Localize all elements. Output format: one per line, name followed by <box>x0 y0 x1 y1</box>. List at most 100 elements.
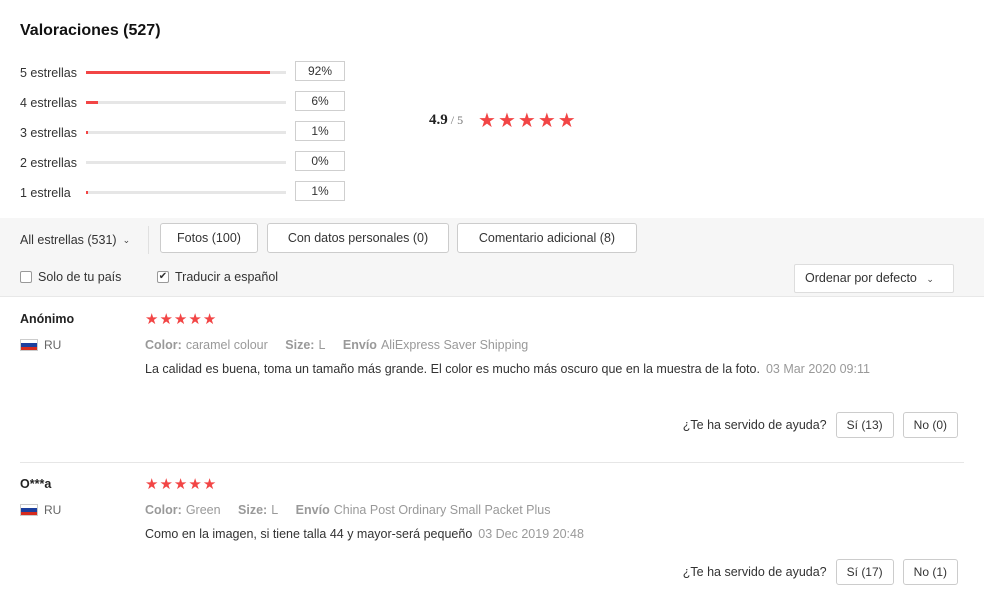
distribution-row[interactable]: 3 estrellas 1% <box>20 118 360 148</box>
review-date: 03 Mar 2020 09:11 <box>765 362 870 376</box>
all-stars-dropdown[interactable]: All estrellas (531) ⌄ <box>20 231 130 249</box>
distribution-label: 4 estrellas <box>20 96 77 110</box>
personal-data-filter-button[interactable]: Con datos personales (0) <box>267 223 449 253</box>
review-attributes: Color: caramel colour Size: L Envío AliExpr… <box>145 338 542 352</box>
distribution-row[interactable]: 1 estrella 1% <box>20 178 360 208</box>
distribution-row[interactable]: 5 estrellas 92% <box>20 58 360 88</box>
star-icon: ★ <box>478 110 496 132</box>
color-attr-value: caramel colour <box>185 338 268 352</box>
reviewer-name: Anónimo <box>20 312 75 326</box>
review-item: Anónimo RU ★ ★ ★ ★ ★ Color: caramel colour Si… <box>20 312 964 452</box>
checkbox-checked-icon[interactable]: ✔ <box>157 271 169 283</box>
color-attr-label: Color: <box>145 338 182 352</box>
helpful-question: ¿Te ha servido de ayuda? <box>682 418 827 432</box>
distribution-percent: 92% <box>295 61 345 81</box>
rating-title: Valoraciones (527) <box>20 22 161 39</box>
review-date: 03 Dec 2019 20:48 <box>478 527 584 541</box>
only-country-checkbox[interactable]: Solo de tu país <box>20 270 121 284</box>
review-text: La calidad es buena, toma un tamaño más … <box>145 359 905 379</box>
shipping-attr-value: China Post Ordinary Small Packet Plus <box>333 503 551 517</box>
distribution-bar-fill <box>86 191 88 194</box>
review-text: Como en la imagen, si tiene talla 44 y m… <box>145 524 905 544</box>
review-item: O***a RU ★ ★ ★ ★ ★ Color: Green Size: L Envío C… <box>20 477 964 602</box>
additional-comment-filter-button[interactable]: Comentario adicional (8) <box>457 223 637 253</box>
distribution-bar-fill <box>86 101 98 104</box>
size-attr-value: L <box>318 338 326 352</box>
distribution-percent: 0% <box>295 151 345 171</box>
helpful-section: ¿Te ha servido de ayuda? Sí (13) No (0) <box>683 412 958 438</box>
divider <box>148 226 149 254</box>
distribution-label: 5 estrellas <box>20 66 77 80</box>
star-icon: ★ <box>159 311 173 328</box>
distribution-row[interactable]: 4 estrellas 6% <box>20 88 360 118</box>
average-max: / 5 <box>450 113 464 127</box>
checkbox-unchecked-icon[interactable] <box>20 271 32 283</box>
review-content: Como en la imagen, si tiene talla 44 y m… <box>145 527 473 541</box>
average-value: 4.9 <box>429 112 448 128</box>
review-stars: ★ ★ ★ ★ ★ <box>145 477 216 493</box>
color-attr-label: Color: <box>145 503 182 517</box>
helpful-section: ¿Te ha servido de ayuda? Sí (17) No (1) <box>683 559 958 585</box>
photos-filter-button[interactable]: Fotos (100) <box>160 223 258 253</box>
only-country-label: Solo de tu país <box>38 270 122 284</box>
chevron-down-icon: ⌄ <box>926 274 934 284</box>
helpful-no-button[interactable]: No (0) <box>902 412 958 438</box>
average-score: 4.9 / 5 <box>429 112 463 129</box>
chevron-down-icon: ⌄ <box>122 234 131 245</box>
star-icon: ★ <box>202 476 217 493</box>
shipping-attr-label: Envío <box>295 503 330 517</box>
shipping-attr-value: AliExpress Saver Shipping <box>380 338 529 352</box>
translate-checkbox[interactable]: ✔ Traducir a español <box>157 270 278 284</box>
star-icon: ★ <box>202 311 217 328</box>
size-attr-value: L <box>271 503 279 517</box>
review-stars: ★ ★ ★ ★ ★ <box>145 312 216 328</box>
star-icon: ★ <box>557 110 576 132</box>
star-icon: ★ <box>537 110 556 132</box>
translate-label: Traducir a español <box>175 270 279 284</box>
reviewer-country: RU <box>20 338 61 352</box>
size-attr-label: Size: <box>238 503 268 517</box>
review-attributes: Color: Green Size: L Envío China Post Ordin… <box>145 503 564 517</box>
helpful-yes-button[interactable]: Sí (17) <box>835 559 894 585</box>
distribution-bar <box>86 191 286 194</box>
sort-label: Ordenar por defecto <box>805 271 917 285</box>
country-code: RU <box>44 338 62 352</box>
review-divider <box>20 462 964 463</box>
star-icon: ★ <box>188 311 202 328</box>
reviewer-name: O***a <box>20 477 52 491</box>
distribution-label: 3 estrellas <box>20 126 77 140</box>
star-icon: ★ <box>173 476 188 493</box>
distribution-label: 1 estrella <box>20 186 71 200</box>
distribution-bar-fill <box>86 131 88 134</box>
star-icon: ★ <box>145 476 159 493</box>
distribution-bar-fill <box>86 71 270 74</box>
distribution-percent: 1% <box>295 121 345 141</box>
star-icon: ★ <box>159 476 173 493</box>
color-attr-value: Green <box>185 503 221 517</box>
distribution-bar <box>86 131 286 134</box>
star-icon: ★ <box>188 476 202 493</box>
country-code: RU <box>44 503 62 517</box>
helpful-yes-button[interactable]: Sí (13) <box>835 412 894 438</box>
review-content: La calidad es buena, toma un tamaño más … <box>145 362 760 376</box>
distribution-row[interactable]: 2 estrellas 0% <box>20 148 360 178</box>
star-icon: ★ <box>497 110 516 132</box>
average-stars: ★ ★ ★ ★ ★ <box>478 110 576 132</box>
shipping-attr-label: Envío <box>342 338 377 352</box>
distribution-label: 2 estrellas <box>20 156 77 170</box>
distribution-bar <box>86 161 286 164</box>
helpful-no-button[interactable]: No (1) <box>902 559 958 585</box>
sort-dropdown[interactable]: Ordenar por defecto ⌄ <box>794 264 954 293</box>
russia-flag-icon <box>20 504 38 516</box>
rating-distribution: 5 estrellas 92% 4 estrellas 6% 3 estrell… <box>20 58 360 208</box>
reviewer-country: RU <box>20 503 61 517</box>
distribution-bar <box>86 101 286 104</box>
star-icon: ★ <box>173 311 188 328</box>
all-stars-label: All estrellas (531) <box>20 233 117 247</box>
russia-flag-icon <box>20 339 38 351</box>
star-icon: ★ <box>517 110 536 132</box>
star-icon: ★ <box>145 311 159 328</box>
filter-bar: All estrellas (531) ⌄ Fotos (100) Con da… <box>0 218 984 297</box>
size-attr-label: Size: <box>285 338 315 352</box>
helpful-question: ¿Te ha servido de ayuda? <box>682 565 827 579</box>
